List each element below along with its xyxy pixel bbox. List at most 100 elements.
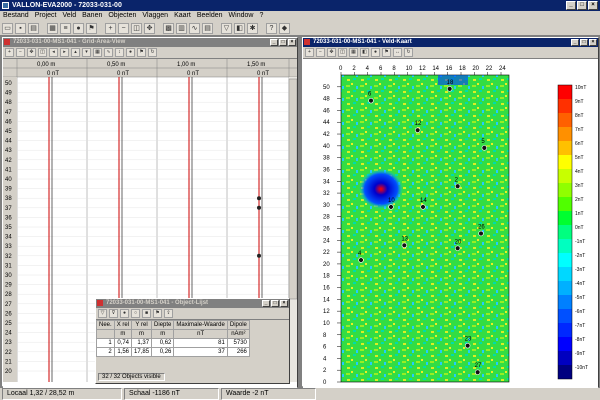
measure-icon[interactable]: ↔ — [393, 48, 402, 57]
scale-icon[interactable]: ↕ — [115, 48, 124, 57]
grid-scroll-thumb[interactable] — [288, 78, 297, 300]
fit-icon[interactable]: ◫ — [38, 48, 47, 57]
object-marker[interactable] — [414, 127, 421, 133]
minimize-button[interactable]: _ — [270, 39, 278, 46]
flag-icon[interactable]: ⚑ — [382, 48, 391, 57]
object-marker[interactable] — [454, 245, 461, 251]
close-button[interactable]: × — [288, 39, 296, 46]
marker-icon[interactable]: ● — [120, 309, 129, 318]
refresh-icon[interactable]: ↻ — [148, 48, 157, 57]
grid-icon[interactable]: ▦ — [349, 48, 358, 57]
right-icon[interactable]: ▸ — [60, 48, 69, 57]
zoom-out-icon[interactable]: − — [118, 23, 129, 34]
col-header[interactable]: Y rel — [131, 320, 153, 330]
col-header[interactable]: X rel — [113, 320, 133, 330]
square-icon[interactable]: ■ — [142, 309, 151, 318]
settings-icon[interactable]: ✱ — [247, 23, 258, 34]
menu-item-project[interactable]: Project — [32, 11, 60, 21]
object-marker[interactable] — [454, 183, 461, 189]
col-header[interactable]: Diepte — [151, 320, 175, 330]
object-marker[interactable] — [420, 204, 426, 210]
zoom-out-icon[interactable]: − — [316, 48, 325, 57]
maximize-button[interactable]: □ — [271, 300, 279, 307]
table-row[interactable]: 2 1,56 17,85 0,26 37 266 — [96, 347, 250, 357]
zoom-in-icon[interactable]: + — [5, 48, 14, 57]
table-row[interactable]: 1 0,74 1,37 0,62 81 5730 — [96, 338, 250, 348]
marker-icon[interactable]: ● — [126, 48, 135, 57]
table-icon[interactable]: ▤ — [202, 23, 213, 34]
col-header[interactable]: Maximale-Waarde — [173, 320, 228, 330]
menu-item-objecten[interactable]: Objecten — [105, 11, 139, 21]
pan-icon[interactable]: ✥ — [27, 48, 36, 57]
object-marker[interactable] — [446, 86, 453, 92]
object-marker[interactable] — [401, 242, 408, 249]
flag-icon[interactable]: ⚑ — [153, 309, 162, 318]
flag-icon[interactable]: ⚑ — [137, 48, 146, 57]
down-icon[interactable]: ▾ — [82, 48, 91, 57]
maximize-button[interactable]: □ — [580, 39, 588, 46]
col-header[interactable]: Dipole — [226, 320, 250, 330]
close-button[interactable]: × — [589, 39, 597, 46]
fit-icon[interactable]: ◫ — [338, 48, 347, 57]
menu-item-help[interactable]: ? — [256, 11, 266, 21]
minimize-button[interactable]: _ — [566, 1, 576, 10]
graph-icon[interactable]: ∿ — [189, 23, 200, 34]
object-icon[interactable]: ● — [73, 23, 84, 34]
maximize-button[interactable]: □ — [279, 39, 287, 46]
grid-view-icon[interactable]: ▥ — [176, 23, 187, 34]
map-window-title-bar[interactable]: 72033-031-00-MS1-041 - Veld-Kaart _ □ × — [303, 38, 598, 47]
zoom-in-icon[interactable]: + — [105, 23, 116, 34]
color-icon[interactable]: ◧ — [360, 48, 369, 57]
col-header[interactable]: Nee. — [96, 320, 115, 330]
track-icon[interactable]: ≡ — [60, 23, 71, 34]
menu-item-vlaggen[interactable]: Vlaggen — [139, 11, 171, 21]
filter-icon[interactable]: ▽ — [98, 309, 107, 318]
object-marker[interactable] — [368, 97, 374, 104]
circle-icon[interactable]: ○ — [131, 309, 140, 318]
open-file-icon[interactable]: ▭ — [2, 23, 13, 34]
help-icon[interactable]: ? — [266, 23, 277, 34]
about-icon[interactable]: ◆ — [279, 23, 290, 34]
object-marker[interactable] — [257, 253, 261, 258]
menu-item-beelden[interactable]: Beelden — [194, 11, 226, 21]
object-marker[interactable] — [257, 205, 261, 210]
marker-icon[interactable]: ● — [371, 48, 380, 57]
object-marker[interactable] — [358, 257, 364, 263]
menu-item-veld[interactable]: Veld — [59, 11, 79, 21]
export-icon[interactable]: ⇪ — [164, 309, 173, 318]
object-marker[interactable] — [478, 230, 484, 237]
minimize-button[interactable]: _ — [262, 300, 270, 307]
up-icon[interactable]: ▴ — [71, 48, 80, 57]
object-list-title-bar[interactable]: 72033-031-00-MS1-041 - Object-Lijst _ □ … — [96, 299, 289, 308]
close-button[interactable]: × — [280, 300, 288, 307]
minimize-button[interactable]: _ — [571, 39, 579, 46]
object-marker[interactable] — [464, 342, 471, 349]
flag-icon[interactable]: ⚑ — [86, 23, 97, 34]
trace-icon[interactable]: ∿ — [104, 48, 113, 57]
zoom-out-icon[interactable]: − — [16, 48, 25, 57]
save-icon[interactable]: ▪ — [15, 23, 26, 34]
grid-window-title-bar[interactable]: 72033-031-00-MS1-041 - Grid-Area-View _ … — [3, 38, 297, 47]
map-icon[interactable]: ▩ — [163, 23, 174, 34]
left-icon[interactable]: ◂ — [49, 48, 58, 57]
object-marker[interactable] — [388, 204, 394, 210]
menu-item-bestand[interactable]: Bestand — [0, 11, 32, 21]
zoom-in-icon[interactable]: + — [305, 48, 314, 57]
menu-item-banen[interactable]: Banen — [79, 11, 105, 21]
grid-icon[interactable]: ▦ — [93, 48, 102, 57]
menu-item-window[interactable]: Window — [226, 11, 257, 21]
refresh-icon[interactable]: ↻ — [404, 48, 413, 57]
zoom-fit-icon[interactable]: ◫ — [131, 23, 142, 34]
filter-icon[interactable]: ▽ — [221, 23, 232, 34]
menu-item-kaart[interactable]: Kaart — [171, 11, 194, 21]
pan-icon[interactable]: ✥ — [144, 23, 155, 34]
pan-icon[interactable]: ✥ — [327, 48, 336, 57]
print-icon[interactable]: ▤ — [28, 23, 39, 34]
maximize-button[interactable]: □ — [577, 1, 587, 10]
field-icon[interactable]: ▦ — [47, 23, 58, 34]
color-scale-icon[interactable]: ◧ — [234, 23, 245, 34]
funnel-icon[interactable]: ⊽ — [109, 309, 118, 318]
object-marker[interactable] — [474, 369, 481, 375]
object-marker[interactable] — [481, 145, 488, 151]
object-marker[interactable] — [257, 196, 261, 201]
